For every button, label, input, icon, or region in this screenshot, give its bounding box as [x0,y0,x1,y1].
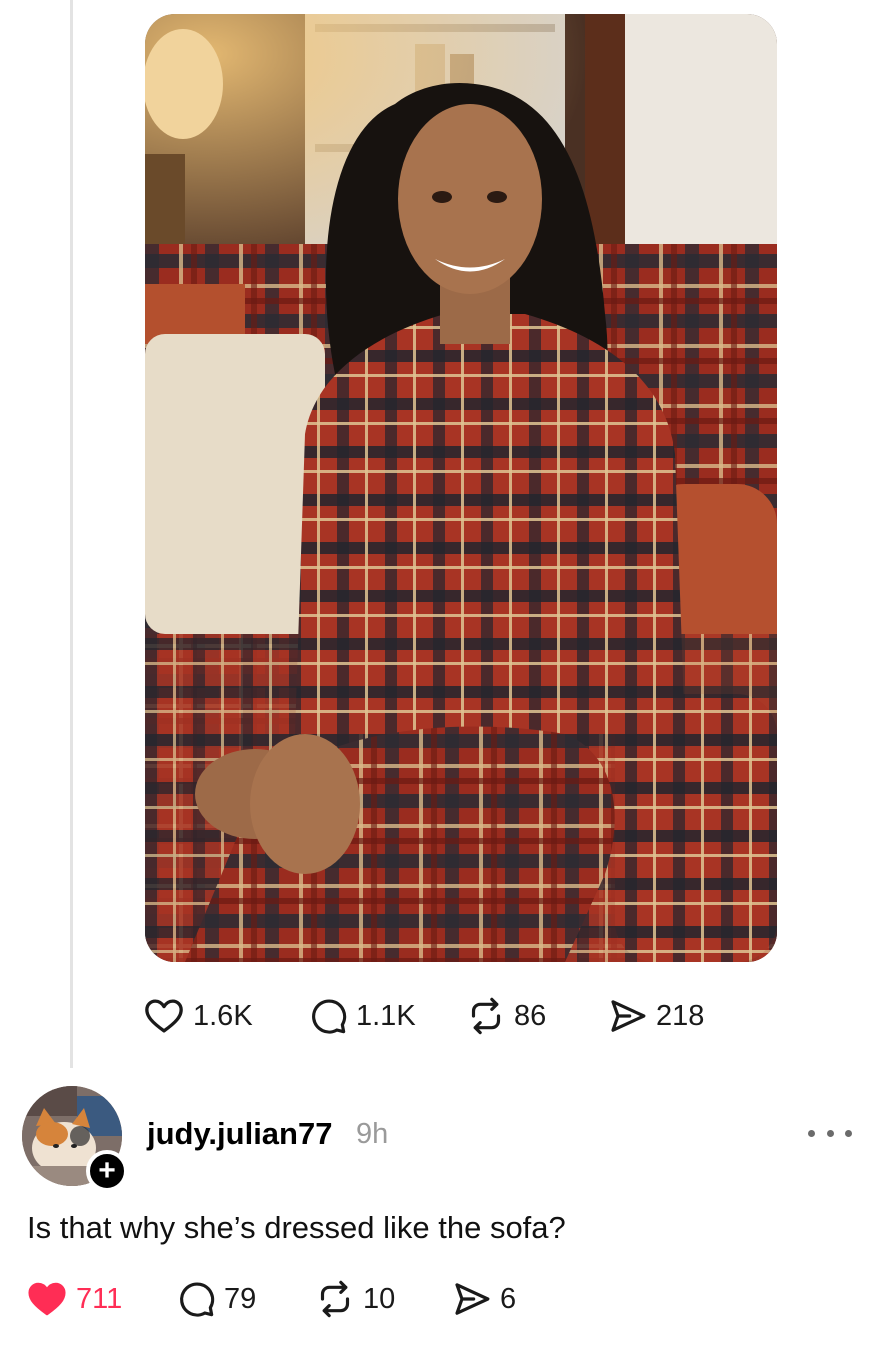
more-icon-dot [845,1129,852,1137]
post-reply-count: 1.1K [356,999,416,1032]
send-icon [455,1283,490,1315]
comment-reply-count: 79 [224,1282,257,1315]
post-repost-button[interactable]: 86 [466,994,546,1038]
post-like-count: 1.6K [193,999,253,1032]
send-icon [611,1000,646,1032]
comment-like-button[interactable]: 711 [26,1278,122,1320]
thread-connector-line [70,0,73,1068]
comment-share-button[interactable]: 6 [452,1278,516,1320]
comment-like-count: 711 [76,1282,123,1315]
post-photo-illustration [145,14,777,962]
comment-repost-count: 10 [363,1282,396,1315]
post-like-button[interactable]: 1.6K [143,994,253,1038]
more-icon-dot [826,1129,834,1137]
thread-view: 1.6K 1.1K 86 218 + judy.julian77 9h Is t… [0,0,884,1350]
comment-timestamp: 9h [356,1118,389,1150]
repost-icon [471,997,501,1035]
comment-reply-button[interactable]: 79 [176,1278,256,1320]
comment-icon [180,1282,215,1317]
post-share-button[interactable]: 218 [608,994,704,1038]
heart-icon [28,1282,66,1316]
comment-repost-button[interactable]: 10 [315,1278,395,1320]
heart-icon [145,999,183,1033]
post-repost-count: 86 [514,999,547,1032]
comment-share-count: 6 [500,1282,517,1315]
repost-icon [320,1280,350,1318]
more-icon-dot [808,1129,815,1137]
more-options-button[interactable] [808,1118,852,1148]
comment-text: Is that why she’s dressed like the sofa? [27,1210,566,1245]
comment-icon [312,999,347,1034]
post-share-count: 218 [656,999,705,1032]
comment-username[interactable]: judy.julian77 [147,1116,332,1152]
post-image[interactable] [145,14,777,962]
post-reply-button[interactable]: 1.1K [308,994,416,1038]
follow-plus-button[interactable]: + [86,1150,128,1192]
plus-icon: + [98,1154,116,1187]
